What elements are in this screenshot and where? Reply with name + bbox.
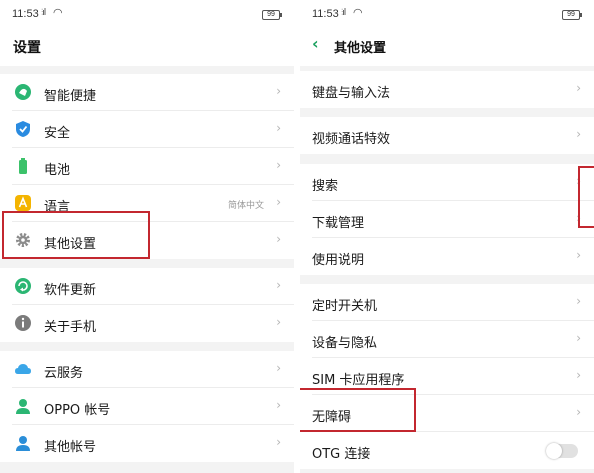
signal-icon: ⫶ıl [41, 8, 46, 18]
battery-icon [19, 158, 27, 174]
status-time: 11:53 [312, 8, 339, 20]
chevron-right-icon: › [276, 195, 281, 209]
settings-item-download-manager[interactable]: 下载管理 › [300, 201, 594, 238]
wifi-icon: ◠ [353, 6, 363, 19]
status-time: 11:53 [12, 8, 39, 20]
settings-item-label: 视频通话特效 [312, 132, 391, 147]
highlight-box [300, 388, 416, 432]
chevron-right-icon: › [576, 331, 581, 345]
settings-item-video-call-effects[interactable]: 视频通话特效 › [300, 117, 594, 154]
status-bar: 11:53 ⫶ıl ◠ 99 [0, 0, 294, 26]
status-bar: 11:53 ⫶ıl ◠ 99 [300, 0, 594, 26]
settings-item-cloud[interactable]: 云服务 › [0, 351, 294, 388]
settings-item-scheduled-power[interactable]: 定时开关机 › [300, 284, 594, 321]
settings-item-label: 电池 [44, 163, 71, 178]
toggle-knob [546, 443, 562, 459]
settings-item-label: OTG 连接 [312, 447, 371, 462]
settings-item-label: 安全 [44, 126, 71, 141]
settings-item-label: 搜索 [312, 179, 339, 194]
info-icon [15, 315, 31, 331]
settings-item-search[interactable]: 搜索 › [300, 164, 594, 201]
settings-item-label: 键盘与输入法 [312, 86, 391, 101]
shield-icon [16, 121, 30, 137]
highlight-box [2, 211, 150, 259]
otg-toggle[interactable] [546, 443, 578, 459]
page-header: 设置 [0, 26, 294, 66]
settings-item-label: 云服务 [44, 366, 84, 381]
user-icon [16, 399, 30, 414]
wifi-icon: ◠ [53, 6, 63, 19]
chevron-right-icon: › [276, 361, 281, 375]
settings-item-label: 智能便捷 [44, 89, 97, 104]
chevron-right-icon: › [576, 248, 581, 262]
chevron-right-icon: › [276, 158, 281, 172]
chevron-right-icon: › [276, 278, 281, 292]
chevron-right-icon: › [576, 294, 581, 308]
settings-item-label: 其他帐号 [44, 440, 97, 455]
battery-status-icon: 99 [562, 10, 582, 20]
back-arrow-icon[interactable]: ‹ [312, 34, 319, 53]
settings-item-label: 使用说明 [312, 253, 365, 268]
settings-item-oppo-account[interactable]: OPPO 帐号 › [0, 388, 294, 425]
chevron-right-icon: › [276, 398, 281, 412]
chevron-right-icon: › [576, 368, 581, 382]
chevron-right-icon: › [276, 232, 281, 246]
chevron-right-icon: › [276, 84, 281, 98]
settings-item-label: OPPO 帐号 [44, 403, 111, 418]
page-header: ‹ 其他设置 [300, 26, 594, 66]
smart-assist-icon [15, 84, 31, 100]
signal-icon: ⫶ıl [341, 8, 346, 18]
chevron-right-icon: › [576, 81, 581, 95]
users-icon [16, 436, 30, 451]
chevron-right-icon: › [576, 405, 581, 419]
language-icon [15, 195, 31, 211]
settings-item-label: 定时开关机 [312, 299, 378, 314]
update-icon [15, 278, 31, 294]
highlight-box [578, 166, 594, 228]
settings-item-other-accounts[interactable]: 其他帐号 › [0, 425, 294, 462]
settings-panel: 11:53 ⫶ıl ◠ 99 设置 智能便捷 › 安全 › 电池 › 语言 简体… [0, 0, 294, 473]
page-title: 设置 [13, 40, 41, 56]
other-settings-panel: 11:53 ⫶ıl ◠ 99 ‹ 其他设置 键盘与输入法 › 视频通话特效 › … [300, 0, 594, 473]
settings-item-about-phone[interactable]: 关于手机 › [0, 305, 294, 342]
chevron-right-icon: › [576, 127, 581, 141]
chevron-right-icon: › [276, 315, 281, 329]
settings-item-device-privacy[interactable]: 设备与隐私 › [300, 321, 594, 358]
settings-item-label: 下载管理 [312, 216, 365, 231]
settings-item-software-update[interactable]: 软件更新 › [0, 268, 294, 305]
settings-item-label: 软件更新 [44, 283, 97, 298]
cloud-icon [15, 364, 31, 374]
settings-item-otg[interactable]: OTG 连接 [300, 432, 594, 469]
page-title: 其他设置 [334, 41, 387, 56]
settings-item-label: SIM 卡应用程序 [312, 373, 405, 388]
settings-item-security[interactable]: 安全 › [0, 111, 294, 148]
settings-item-smart-assist[interactable]: 智能便捷 › [0, 74, 294, 111]
language-value: 简体中文 [227, 201, 264, 211]
chevron-right-icon: › [276, 121, 281, 135]
battery-status-icon: 99 [262, 10, 282, 20]
settings-item-label: 关于手机 [44, 320, 97, 335]
settings-item-user-guide[interactable]: 使用说明 › [300, 238, 594, 275]
chevron-right-icon: › [276, 435, 281, 449]
settings-item-label: 设备与隐私 [312, 336, 378, 351]
settings-item-battery[interactable]: 电池 › [0, 148, 294, 185]
settings-item-keyboard[interactable]: 键盘与输入法 › [300, 71, 594, 108]
